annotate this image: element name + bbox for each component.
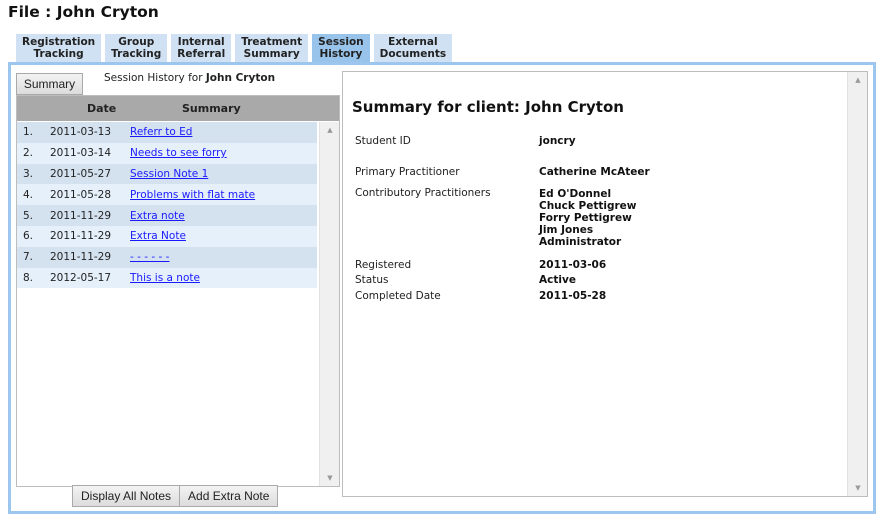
row-number: 2. [23, 147, 34, 160]
primary-practitioner-label: Primary Practitioner [355, 166, 460, 178]
tab-label: Tracking [33, 48, 84, 60]
contributory-practitioners-label: Contributory Practitioners [355, 187, 491, 199]
tab-label: Internal [177, 36, 225, 48]
row-number: 6. [23, 230, 34, 243]
tab-label: Documents [379, 48, 447, 60]
registered-label: Registered [355, 259, 412, 271]
row-number: 7. [23, 251, 34, 264]
tab-label: Group [118, 36, 155, 48]
session-note-link[interactable]: Extra Note [130, 230, 186, 242]
contributory-practitioner: Forry Pettigrew [539, 212, 632, 224]
session-list: Date Summary 1. 2011-03-13 Referr to Ed … [16, 95, 340, 487]
scroll-up-icon[interactable]: ▲ [848, 72, 868, 88]
tab-label: History [319, 48, 363, 60]
tab-group-tracking[interactable]: Group Tracking [105, 34, 168, 62]
primary-practitioner-value: Catherine McAteer [539, 166, 650, 178]
tab-label: Referral [177, 48, 226, 60]
tab-label: Summary [243, 48, 300, 60]
add-extra-note-button[interactable]: Add Extra Note [180, 485, 279, 507]
session-history-title: Session History for John Cryton [104, 72, 275, 84]
contributory-practitioner: Ed O'Donnel [539, 188, 612, 200]
column-header-date[interactable]: Date [87, 102, 116, 115]
registered-value: 2011-03-06 [539, 259, 607, 271]
scroll-down-icon[interactable]: ▼ [848, 480, 868, 496]
scroll-down-icon[interactable]: ▼ [320, 470, 340, 486]
completed-date-value: 2011-05-28 [539, 290, 607, 302]
column-header-summary[interactable]: Summary [182, 102, 241, 115]
client-summary-panel: Summary for client: John Cryton Student … [342, 71, 868, 497]
table-row: 2. 2011-03-14 Needs to see forry [17, 142, 317, 164]
tab-registration-tracking[interactable]: Registration Tracking [16, 34, 102, 62]
list-header: Date Summary [17, 96, 339, 121]
row-date: 2011-03-13 [50, 126, 112, 139]
student-id-value: joncry [539, 135, 576, 147]
table-row: 5. 2011-11-29 Extra note [17, 205, 317, 226]
contributory-practitioner: Chuck Pettigrew [539, 200, 637, 212]
page-title: File : John Cryton [8, 3, 159, 21]
summary-panel-scrollbar[interactable]: ▲ ▼ [847, 72, 867, 496]
session-note-link[interactable]: Problems with flat mate [130, 189, 255, 201]
tab-internal-referral[interactable]: Internal Referral [171, 34, 232, 62]
completed-date-label: Completed Date [355, 290, 441, 302]
session-note-link[interactable]: Session Note 1 [130, 168, 208, 180]
session-note-link[interactable]: Referr to Ed [130, 126, 192, 138]
row-date: 2011-03-14 [50, 147, 112, 160]
row-date: 2011-05-28 [50, 188, 112, 201]
row-number: 8. [23, 271, 34, 284]
history-title-prefix: Session History for [104, 72, 206, 84]
summary-button[interactable]: Summary [16, 73, 83, 95]
session-note-link[interactable]: Needs to see forry [130, 147, 227, 159]
history-client-name: John Cryton [205, 72, 276, 84]
scroll-up-icon[interactable]: ▲ [320, 122, 340, 138]
tab-label: Treatment [241, 36, 303, 48]
display-all-notes-button[interactable]: Display All Notes [72, 485, 181, 507]
tab-label: Tracking [111, 48, 162, 60]
row-date: 2011-11-29 [50, 251, 112, 264]
table-row: 7. 2011-11-29 - - - - - - [17, 246, 317, 268]
tab-bar: Registration Tracking Group Tracking Int… [16, 34, 453, 62]
row-number: 3. [23, 167, 34, 180]
row-date: 2012-05-17 [50, 271, 112, 284]
note-actions: Display All Notes Add Extra Note [72, 485, 279, 507]
student-id-label: Student ID [355, 135, 411, 147]
session-list-scrollbar[interactable]: ▲ ▼ [319, 122, 339, 486]
session-rows: 1. 2011-03-13 Referr to Ed 2. 2011-03-14… [17, 122, 317, 289]
table-row: 1. 2011-03-13 Referr to Ed [17, 122, 317, 143]
client-summary-title: Summary for client: John Cryton [352, 98, 624, 116]
tab-content-frame: Summary Session History for John Cryton … [8, 62, 876, 514]
table-row: 8. 2012-05-17 This is a note [17, 267, 317, 289]
table-row: 6. 2011-11-29 Extra Note [17, 225, 317, 247]
tab-label: Session [318, 36, 364, 48]
session-note-link[interactable]: Extra note [130, 210, 185, 222]
row-date: 2011-11-29 [50, 230, 112, 243]
tab-label: External [388, 36, 438, 48]
tab-label: Registration [22, 36, 96, 48]
tab-treatment-summary[interactable]: Treatment Summary [235, 34, 309, 62]
session-note-link[interactable]: - - - - - - [130, 251, 169, 263]
table-row: 4. 2011-05-28 Problems with flat mate [17, 184, 317, 206]
row-number: 4. [23, 188, 34, 201]
status-label: Status [355, 274, 389, 286]
row-date: 2011-05-27 [50, 167, 112, 180]
contributory-practitioner: Administrator [539, 236, 622, 248]
row-number: 5. [23, 209, 34, 222]
status-value: Active [539, 274, 576, 286]
contributory-practitioner: Jim Jones [539, 224, 594, 236]
session-note-link[interactable]: This is a note [130, 272, 200, 284]
row-number: 1. [23, 126, 34, 139]
row-date: 2011-11-29 [50, 209, 112, 222]
table-row: 3. 2011-05-27 Session Note 1 [17, 163, 317, 185]
tab-session-history[interactable]: Session History [312, 34, 370, 62]
tab-external-documents[interactable]: External Documents [373, 34, 453, 62]
